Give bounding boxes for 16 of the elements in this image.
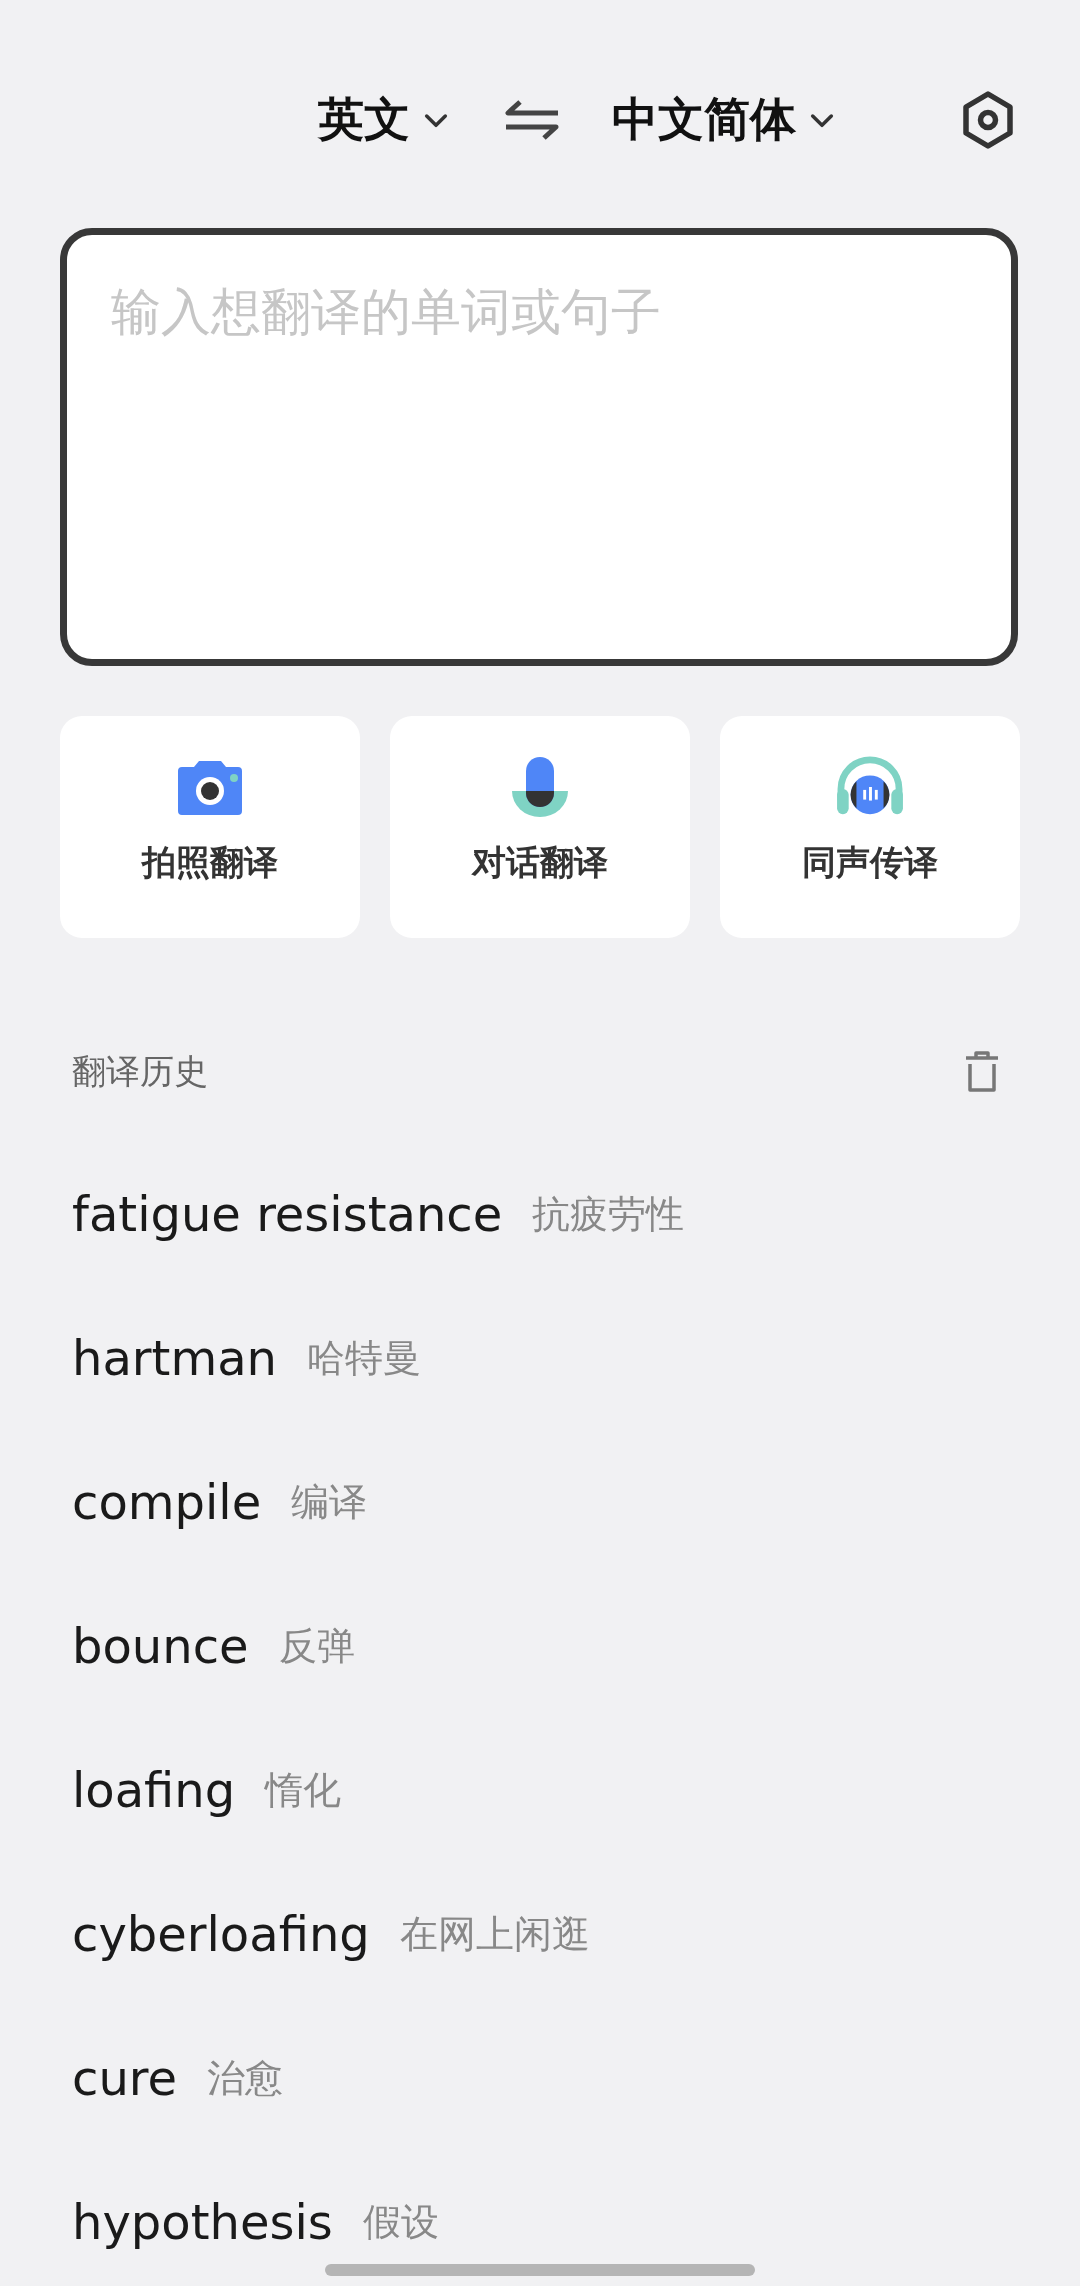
swap-icon[interactable] [504,100,560,140]
history-item[interactable]: loafing 惰化 [0,1718,1080,1862]
history-item[interactable]: hypothesis 假设 [0,2150,1080,2286]
feature-button[interactable]: 对话翻译 [390,716,690,938]
history-item[interactable]: bounce 反弹 [0,1574,1080,1718]
history-item[interactable]: hartman 哈特曼 [0,1286,1080,1430]
history-item[interactable]: fatigue resistance 抗疲劳性 [0,1142,1080,1286]
history-heading: 翻译历史 [72,1050,208,1093]
history-item[interactable]: compile 编译 [0,1430,1080,1574]
history-item[interactable]: cure 治愈 [0,2006,1080,2150]
history-item[interactable]: cyberloafing 在网上闲逛 [0,1862,1080,2006]
feature-button[interactable]: 同声传译 [720,716,1020,938]
target-language-dropdown[interactable]: 中文简体 [612,89,838,151]
source-language-dropdown[interactable]: 英文 [318,89,452,151]
translation-input-field[interactable]: 输入想翻译的单词或句子 [60,228,1018,666]
feature-button[interactable]: 拍照翻译 [60,716,360,938]
